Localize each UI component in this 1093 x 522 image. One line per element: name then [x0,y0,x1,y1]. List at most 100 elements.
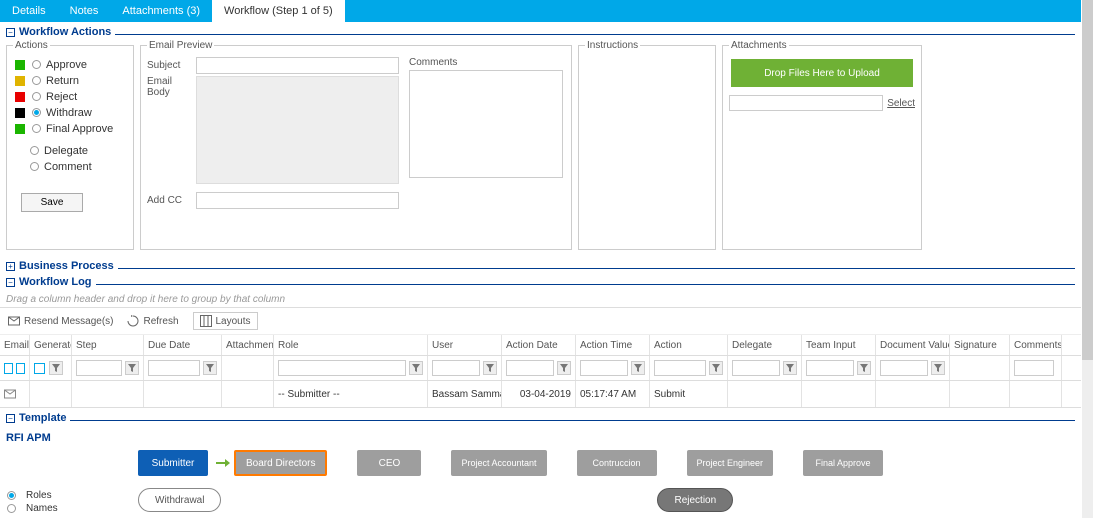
filter-input-comm[interactable] [1014,360,1054,376]
filter-input-delegate[interactable] [732,360,780,376]
node-final-approve[interactable]: Final Approve [803,450,883,476]
filter-icon[interactable] [709,361,723,375]
filter-input-due[interactable] [148,360,200,376]
col-step[interactable]: Step [72,335,144,355]
refresh-button[interactable]: Refresh [127,315,178,327]
comments-label: Comments [409,57,565,68]
return-swatch [15,76,25,86]
col-action-date[interactable]: Action Date [502,335,576,355]
radio-names[interactable]: Names [6,503,126,514]
tab-attachments[interactable]: Attachments (3) [110,0,212,22]
toolbar-label: Refresh [143,316,178,327]
action-label: Reject [46,91,77,103]
withdraw-swatch [15,108,25,118]
col-email[interactable]: Email [0,335,30,355]
filter-checkbox[interactable] [34,363,45,374]
actions-legend: Actions [13,40,50,51]
filter-input-atime[interactable] [580,360,628,376]
action-return[interactable]: Return [13,73,127,88]
email-body-area[interactable] [196,76,399,184]
filter-input-adate[interactable] [506,360,554,376]
filter-icon[interactable] [783,361,797,375]
action-label: Return [46,75,79,87]
radio-icon [30,162,39,171]
filter-icon[interactable] [557,361,571,375]
collapse-icon[interactable]: − [6,414,15,423]
section-workflow-actions: − Workflow Actions [6,26,1075,38]
grid-header-row: Email Generated Step Due Date Attachment… [0,335,1081,356]
filter-icon[interactable] [931,361,945,375]
filter-checkbox[interactable] [4,363,13,374]
grid-filter-row [0,356,1081,381]
group-by-hint[interactable]: Drag a column header and drop it here to… [0,290,1081,308]
upload-dropzone[interactable]: Drop Files Here to Upload [731,59,913,87]
tab-notes[interactable]: Notes [58,0,111,22]
filter-input-role[interactable] [278,360,406,376]
node-ceo[interactable]: CEO [357,450,421,476]
subject-input[interactable] [196,57,399,74]
node-withdrawal[interactable]: Withdrawal [138,488,221,512]
tab-workflow[interactable]: Workflow (Step 1 of 5) [212,0,345,22]
filter-checkbox[interactable] [16,363,25,374]
filter-icon[interactable] [857,361,871,375]
filter-input-docval[interactable] [880,360,928,376]
resend-messages-button[interactable]: Resend Message(s) [8,315,113,327]
node-project-accountant[interactable]: Project Accountant [451,450,546,476]
comments-textarea[interactable] [409,70,563,178]
node-board-directors[interactable]: Board Directors [234,450,327,476]
expand-icon[interactable]: + [6,262,15,271]
col-user[interactable]: User [428,335,502,355]
col-team-input[interactable]: Team Input [802,335,876,355]
col-attachments[interactable]: Attachments [222,335,274,355]
filter-icon[interactable] [125,361,139,375]
col-generated[interactable]: Generated [30,335,72,355]
action-withdraw[interactable]: Withdraw [13,105,127,120]
table-row[interactable]: -- Submitter -- Bassam Samman(Ba 03-04-2… [0,381,1081,408]
radio-roles[interactable]: Roles [6,490,126,501]
node-project-engineer[interactable]: Project Engineer [687,450,774,476]
filter-icon[interactable] [631,361,645,375]
col-due-date[interactable]: Due Date [144,335,222,355]
action-delegate[interactable]: Delegate [13,143,127,158]
node-rejection[interactable]: Rejection [657,488,733,512]
action-approve[interactable]: Approve [13,57,127,72]
save-button[interactable]: Save [21,193,83,212]
filter-input-action[interactable] [654,360,706,376]
filter-icon[interactable] [409,361,423,375]
action-comment[interactable]: Comment [13,159,127,174]
col-delegate[interactable]: Delegate [728,335,802,355]
col-comments[interactable]: Comments [1010,335,1062,355]
scrollbar-track[interactable] [1082,0,1093,518]
action-final-approve[interactable]: Final Approve [13,121,127,136]
filter-input-user[interactable] [432,360,480,376]
col-document-value[interactable]: Document Value [876,335,950,355]
col-role[interactable]: Role [274,335,428,355]
filter-input-team[interactable] [806,360,854,376]
arrow-icon [216,462,226,464]
collapse-icon[interactable]: − [6,28,15,37]
layouts-button[interactable]: Layouts [193,312,258,330]
scrollbar-thumb[interactable] [1082,0,1093,360]
col-signature[interactable]: Signature [950,335,1010,355]
cell-role: -- Submitter -- [274,381,428,407]
collapse-icon[interactable]: − [6,278,15,287]
attachment-name-field[interactable] [729,95,883,111]
attachments-panel: Attachments Drop Files Here to Upload Se… [722,40,922,250]
filter-icon[interactable] [49,361,63,375]
filter-input-step[interactable] [76,360,122,376]
radio-label: Roles [26,490,52,501]
final-approve-swatch [15,124,25,134]
addcc-input[interactable] [196,192,399,209]
node-submitter[interactable]: Submitter [138,450,208,476]
filter-icon[interactable] [203,361,217,375]
select-file-link[interactable]: Select [887,98,915,109]
toolbar-label: Layouts [216,316,251,327]
radio-icon [32,124,41,133]
filter-icon[interactable] [483,361,497,375]
col-action[interactable]: Action [650,335,728,355]
action-reject[interactable]: Reject [13,89,127,104]
radio-icon [30,146,39,155]
col-action-time[interactable]: Action Time [576,335,650,355]
node-contruccion[interactable]: Contruccion [577,450,657,476]
tab-details[interactable]: Details [0,0,58,22]
